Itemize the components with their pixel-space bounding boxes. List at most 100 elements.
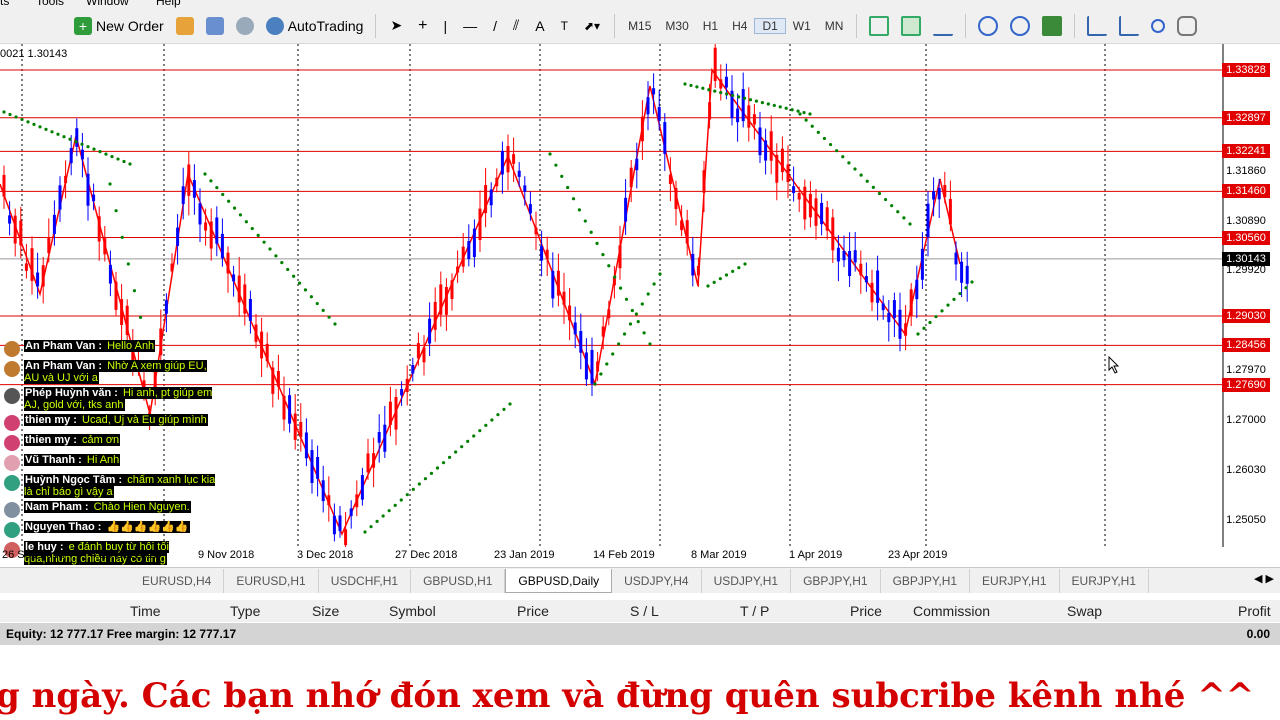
sar-dot xyxy=(706,284,710,288)
sar-dot xyxy=(810,124,814,128)
candle-body xyxy=(943,184,947,198)
terminal-column-header[interactable]: Time xyxy=(130,603,161,619)
sar-dot xyxy=(796,109,800,113)
chart-tab[interactable]: GBPUSD,Daily xyxy=(505,568,613,593)
sar-dot xyxy=(841,155,845,159)
candle-body xyxy=(276,371,280,387)
terminal-column-header[interactable]: Profit xyxy=(1238,603,1271,619)
timeframe-m15[interactable]: M15 xyxy=(621,19,658,33)
sar-dot xyxy=(20,117,24,122)
menu-item-window[interactable]: Window xyxy=(86,0,129,8)
timeframe-d1[interactable]: D1 xyxy=(754,17,786,34)
horizontal-line-icon[interactable]: — xyxy=(463,18,477,34)
terminal-column-header[interactable]: Size xyxy=(312,603,339,619)
timeframe-w1[interactable]: W1 xyxy=(786,19,818,33)
trendline-icon[interactable]: / xyxy=(493,18,497,34)
text-tool-icon[interactable]: A xyxy=(535,18,544,34)
avatar xyxy=(4,341,20,357)
date-axis-label: 8 Mar 2019 xyxy=(691,549,747,561)
menu-item-help[interactable]: Help xyxy=(156,0,181,8)
zoom-in-icon[interactable] xyxy=(978,15,999,36)
timeframe-h4[interactable]: H4 xyxy=(725,19,754,33)
channel-icon[interactable]: ⫽ xyxy=(513,17,519,34)
chart-tab[interactable]: GBPUSD,H1 xyxy=(411,568,506,593)
menu-item[interactable]: ts xyxy=(0,0,9,8)
chart-window[interactable]: 0021 1.30143 An Pham Van : Hello Anh An P… xyxy=(0,44,1280,567)
candle-body xyxy=(36,272,40,287)
new-order-button[interactable]: + New Order xyxy=(68,12,170,40)
candle-body xyxy=(825,207,829,231)
chart-tab[interactable]: USDJPY,H4 xyxy=(612,568,702,593)
sar-dot xyxy=(922,326,926,330)
sar-dot xyxy=(577,208,582,212)
toolbar-separator xyxy=(375,13,377,38)
chat-icon[interactable] xyxy=(1177,15,1198,36)
auto-scroll-icon[interactable] xyxy=(1087,15,1108,36)
terminal-column-header[interactable]: Price xyxy=(850,603,882,619)
terminal-column-header[interactable]: Type xyxy=(230,603,260,619)
candle-body xyxy=(556,270,560,296)
candle-body xyxy=(237,275,241,303)
sar-dot xyxy=(484,423,488,427)
pencil-icon[interactable] xyxy=(175,16,194,35)
chart-tab[interactable]: GBPJPY,H1 xyxy=(881,568,971,593)
cursor-tool-icon[interactable]: ➤ xyxy=(390,17,402,34)
price-axis-label: 1.30890 xyxy=(1226,214,1266,227)
date-axis-label: 18 Oct 2018 xyxy=(100,549,160,561)
sar-dot xyxy=(871,185,875,189)
candle-body xyxy=(327,495,331,506)
terminal-column-header[interactable]: T / P xyxy=(740,603,769,619)
candle-body xyxy=(405,378,409,393)
candle-body xyxy=(444,286,448,315)
timeframe-m30[interactable]: M30 xyxy=(658,19,695,33)
candle-body xyxy=(719,79,723,89)
terminal-column-header[interactable]: Commission xyxy=(913,603,990,619)
chart-shift-icon[interactable] xyxy=(1119,15,1140,36)
terminal-column-header[interactable]: Symbol xyxy=(389,603,436,619)
autotrading-button[interactable]: AutoTrading xyxy=(260,12,370,40)
timeframe-mn[interactable]: MN xyxy=(818,19,851,33)
chart-tab[interactable]: EURJPY,H1 xyxy=(970,568,1060,593)
candle-body xyxy=(260,331,264,359)
autotrading-icon xyxy=(265,16,284,35)
sar-dot xyxy=(640,302,644,306)
sar-dot xyxy=(754,99,759,103)
zoom-out-icon[interactable] xyxy=(1010,15,1031,36)
chart-tab[interactable]: GBPJPY,H1 xyxy=(791,568,881,593)
sar-dot xyxy=(695,85,699,89)
chart-tab[interactable]: EURJPY,H1 xyxy=(1060,568,1150,593)
candle-body xyxy=(422,347,426,363)
market-watch-icon[interactable] xyxy=(205,16,224,35)
line-chart-icon[interactable] xyxy=(933,16,954,36)
candle-body xyxy=(349,508,353,516)
label-tool-icon[interactable]: T xyxy=(561,19,568,33)
terminal-column-header[interactable]: Swap xyxy=(1067,603,1102,619)
autotrading-label: AutoTrading xyxy=(287,17,364,34)
sar-dot xyxy=(14,115,18,119)
terminal-column-header[interactable]: Price xyxy=(517,603,549,619)
chart-tab[interactable]: EURUSD,H1 xyxy=(224,568,319,593)
crosshair-tool-icon[interactable]: + xyxy=(418,17,427,35)
search-icon[interactable] xyxy=(1151,18,1166,33)
globe-icon[interactable] xyxy=(235,16,254,35)
terminal-column-header[interactable]: S / L xyxy=(630,603,659,619)
sar-dot xyxy=(50,130,54,134)
candle-body xyxy=(876,270,880,303)
chart-tab[interactable]: USDCHF,H1 xyxy=(319,568,412,593)
vertical-line-icon[interactable]: | xyxy=(444,18,448,34)
menu-item-tools[interactable]: Tools xyxy=(36,0,64,8)
shapes-dropdown-icon[interactable]: ⬈▾ xyxy=(584,19,600,33)
candle-body xyxy=(831,217,835,251)
timeframe-h1[interactable]: H1 xyxy=(696,19,725,33)
candlestick-chart-icon[interactable] xyxy=(901,15,922,36)
sar-dot xyxy=(622,332,627,336)
sar-dot xyxy=(804,118,808,122)
candle-body xyxy=(80,149,84,160)
candle-body xyxy=(30,248,34,281)
sar-dot xyxy=(8,112,12,117)
tile-windows-icon[interactable] xyxy=(1042,15,1063,36)
chart-tab[interactable]: USDJPY,H1 xyxy=(702,568,792,593)
bar-chart-icon[interactable] xyxy=(869,15,890,36)
tab-scroll-arrows-icon[interactable]: ◀ ▶ xyxy=(1254,572,1274,585)
chart-tab[interactable]: EURUSD,H4 xyxy=(130,568,225,593)
